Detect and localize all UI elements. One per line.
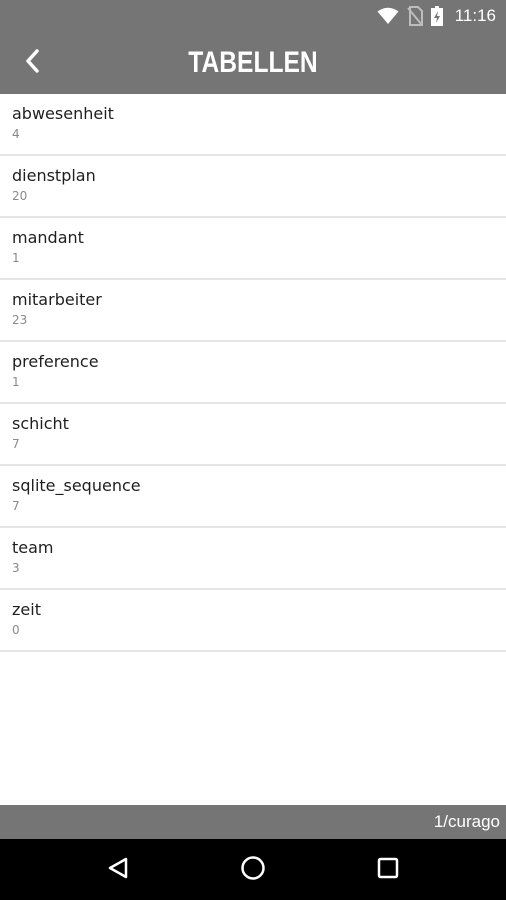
table-row[interactable]: preference 1 [0, 342, 506, 404]
table-row[interactable]: dienstplan 20 [0, 156, 506, 218]
table-name: dienstplan [12, 166, 96, 185]
table-name: mandant [12, 228, 84, 247]
table-count: 3 [12, 561, 20, 575]
footer-path: 1/curago [433, 812, 500, 831]
table-name: schicht [12, 414, 69, 433]
no-sim-icon [406, 6, 423, 26]
table-name: abwesenheit [12, 104, 114, 123]
table-count: 20 [12, 189, 28, 203]
table-name: zeit [12, 600, 41, 619]
table-count: 0 [12, 623, 20, 637]
table-count: 4 [12, 127, 20, 141]
status-time: 11:16 [454, 6, 496, 25]
table-count: 1 [12, 251, 20, 265]
table-row[interactable]: sqlite_sequence 7 [0, 466, 506, 528]
status-bar: 11:16 [0, 0, 506, 32]
table-name: preference [12, 352, 99, 371]
table-row[interactable]: schicht 7 [0, 404, 506, 466]
table-name: team [12, 538, 54, 557]
app-bar: TABELLEN [0, 32, 506, 94]
wifi-icon [377, 7, 399, 25]
table-row[interactable]: mitarbeiter 23 [0, 280, 506, 342]
table-row[interactable]: abwesenheit 4 [0, 94, 506, 156]
table-count: 7 [12, 437, 20, 451]
back-triangle-icon [106, 856, 130, 884]
table-row[interactable]: mandant 1 [0, 218, 506, 280]
nav-back-button[interactable] [88, 845, 148, 895]
table-count: 1 [12, 375, 20, 389]
home-circle-icon [240, 855, 266, 885]
table-row[interactable]: zeit 0 [0, 590, 506, 652]
nav-recents-button[interactable] [358, 845, 418, 895]
page-title: TABELLEN [188, 46, 318, 79]
system-nav-bar [0, 839, 506, 900]
table-name: mitarbeiter [12, 290, 102, 309]
table-count: 23 [12, 313, 28, 327]
footer-bar: 1/curago [0, 805, 506, 839]
table-row[interactable]: team 3 [0, 528, 506, 590]
battery-icon [430, 6, 443, 26]
table-list: abwesenheit 4 dienstplan 20 mandant 1 mi… [0, 94, 506, 805]
table-count: 7 [12, 499, 20, 513]
chevron-left-icon [24, 49, 40, 77]
table-name: sqlite_sequence [12, 476, 141, 495]
nav-home-button[interactable] [223, 845, 283, 895]
recents-square-icon [377, 857, 399, 883]
